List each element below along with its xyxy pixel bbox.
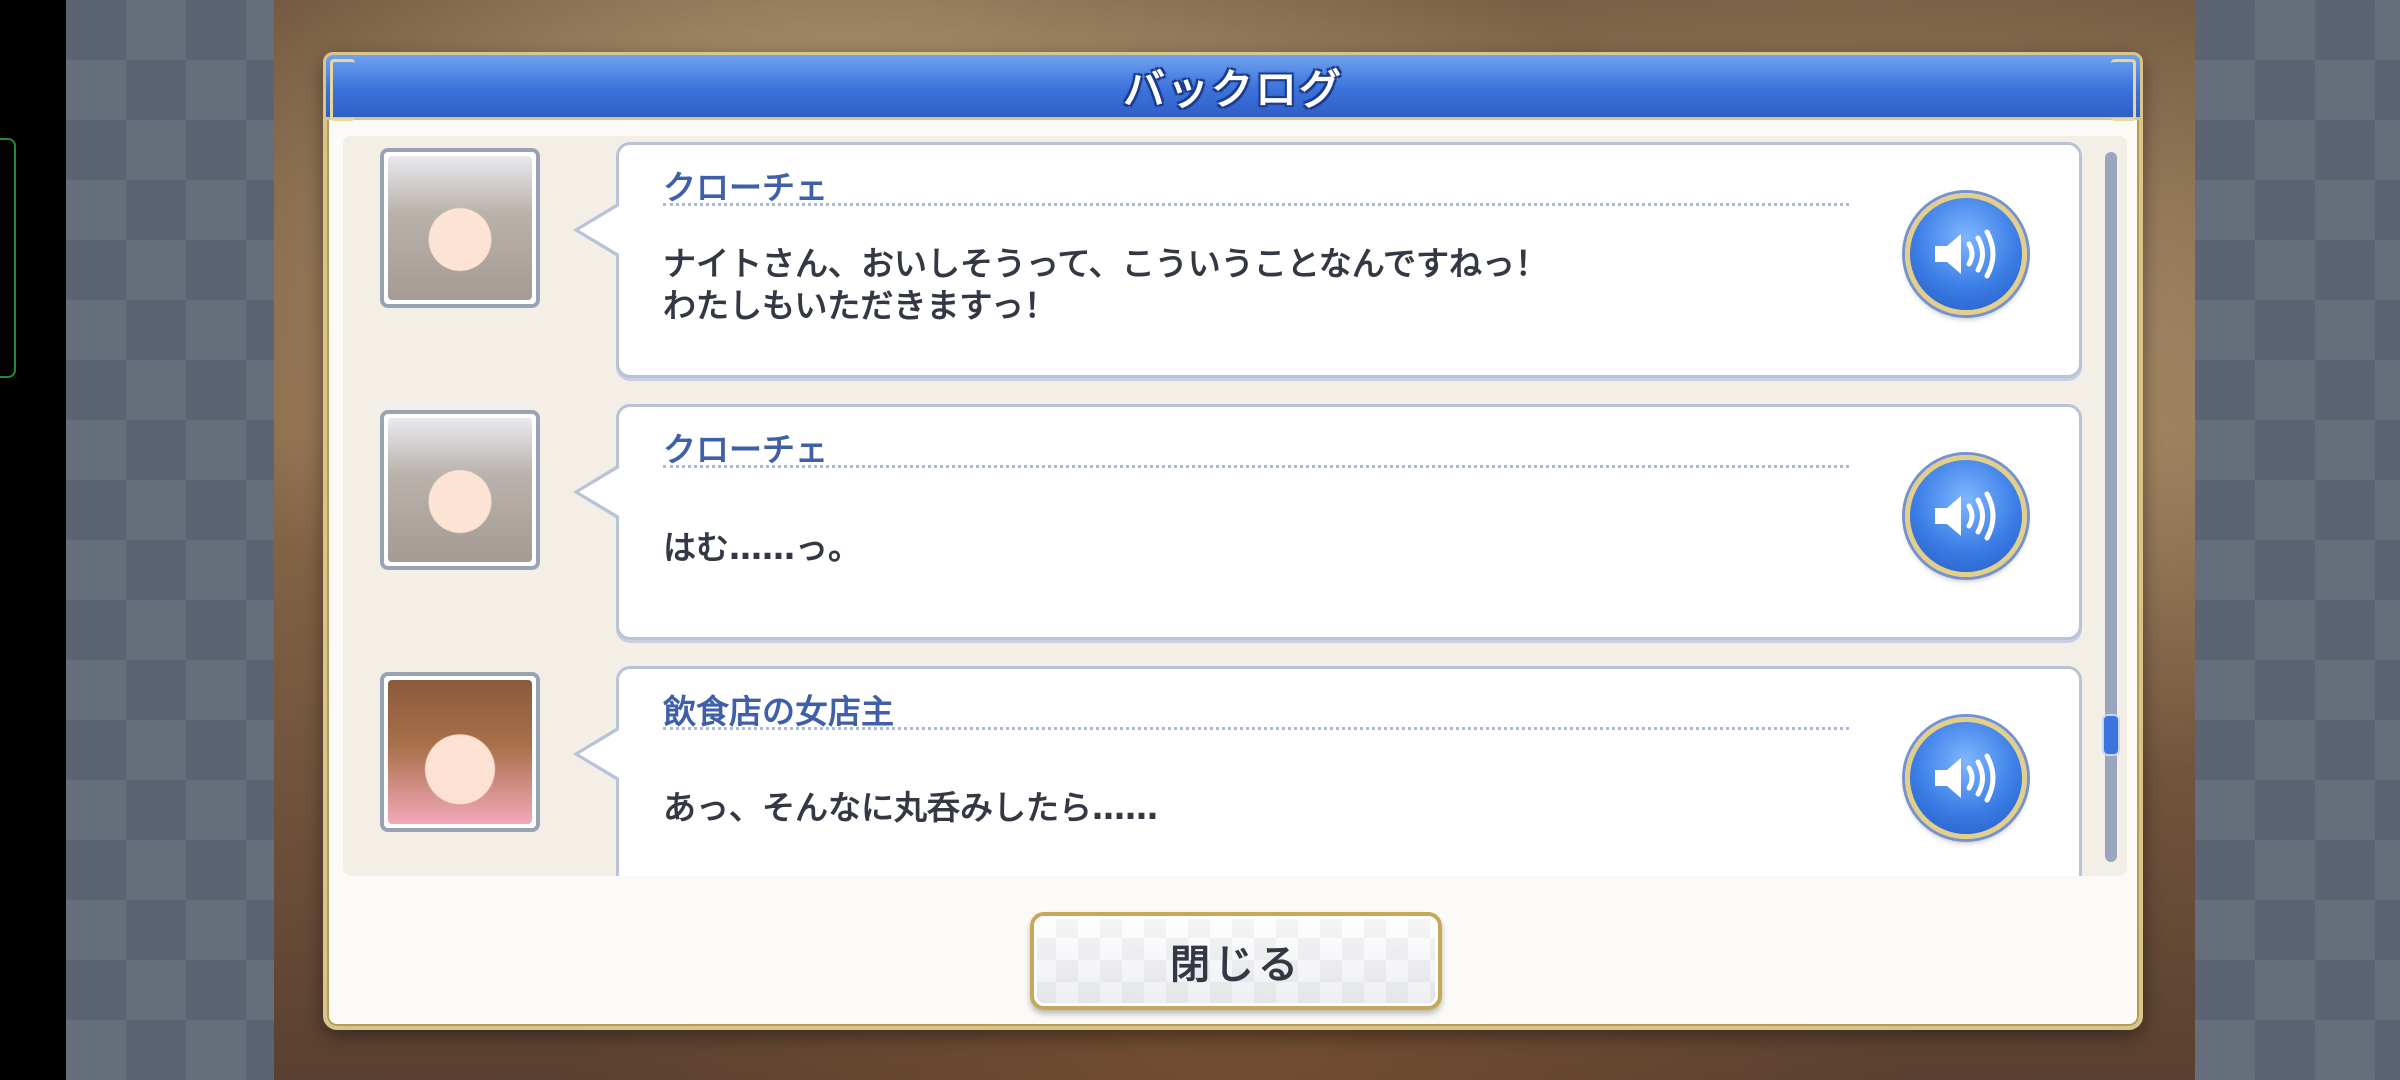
message-line: ナイトさん、おいしそうって、こういうことなんですねっ！ (663, 244, 1549, 283)
message-line: はむ……っ。 (663, 528, 861, 567)
backlog-dialog: バックログ クローチェ ナイトさん、おいしそうって、こういうことなんですねっ！ … (323, 52, 2143, 1030)
speaker-name: クローチェ (663, 430, 828, 469)
kloe-portrait-icon (380, 148, 540, 308)
edge-indicator (0, 138, 16, 378)
shop-owner-portrait-icon (380, 672, 540, 832)
message-line: わたしもいただきますっ！ (663, 286, 1058, 325)
voice-play-button[interactable] (1905, 193, 2027, 315)
message-bubble: 飲食店の女店主 あっ、そんなに丸呑みしたら…… (616, 666, 2082, 876)
side-pattern-left (66, 0, 274, 1080)
screen: バックログ クローチェ ナイトさん、おいしそうって、こういうことなんですねっ！ … (0, 0, 2400, 1080)
backlog-entry: クローチェ はむ……っ。 (343, 404, 2127, 644)
bubble-tail-inner (579, 467, 621, 517)
name-divider (663, 203, 1849, 206)
speaker-volume-icon (1935, 491, 1996, 541)
speaker-volume-icon (1935, 753, 1996, 803)
message-line: あっ、そんなに丸呑みしたら…… (663, 788, 1158, 827)
message-bubble: クローチェ はむ……っ。 (616, 404, 2082, 640)
bubble-tail-inner (579, 205, 621, 255)
kloe-portrait-icon (380, 410, 540, 570)
close-button-label: 閉じる (1170, 942, 1302, 988)
name-divider (663, 465, 1849, 468)
message-bubble: クローチェ ナイトさん、おいしそうって、こういうことなんですねっ！ わたしもいた… (616, 142, 2082, 378)
speaker-name: クローチェ (663, 168, 828, 207)
voice-play-button[interactable] (1905, 717, 2027, 839)
backlog-entry: クローチェ ナイトさん、おいしそうって、こういうことなんですねっ！ わたしもいた… (343, 142, 2127, 382)
side-pattern-right (2195, 0, 2400, 1080)
screen-bezel (0, 0, 66, 1080)
voice-play-button[interactable] (1905, 455, 2027, 577)
backlog-list[interactable]: クローチェ ナイトさん、おいしそうって、こういうことなんですねっ！ わたしもいた… (343, 136, 2127, 876)
name-divider (663, 727, 1849, 730)
scrollbar-thumb[interactable] (2102, 714, 2120, 756)
backlog-entry: 飲食店の女店主 あっ、そんなに丸呑みしたら…… (343, 666, 2127, 876)
dialog-title: バックログ (1122, 64, 1343, 114)
speaker-name: 飲食店の女店主 (663, 692, 894, 731)
dialog-title-bar: バックログ (323, 52, 2143, 121)
bubble-tail-inner (579, 729, 621, 779)
speaker-volume-icon (1935, 229, 1996, 279)
close-button[interactable]: 閉じる (1030, 912, 1442, 1010)
